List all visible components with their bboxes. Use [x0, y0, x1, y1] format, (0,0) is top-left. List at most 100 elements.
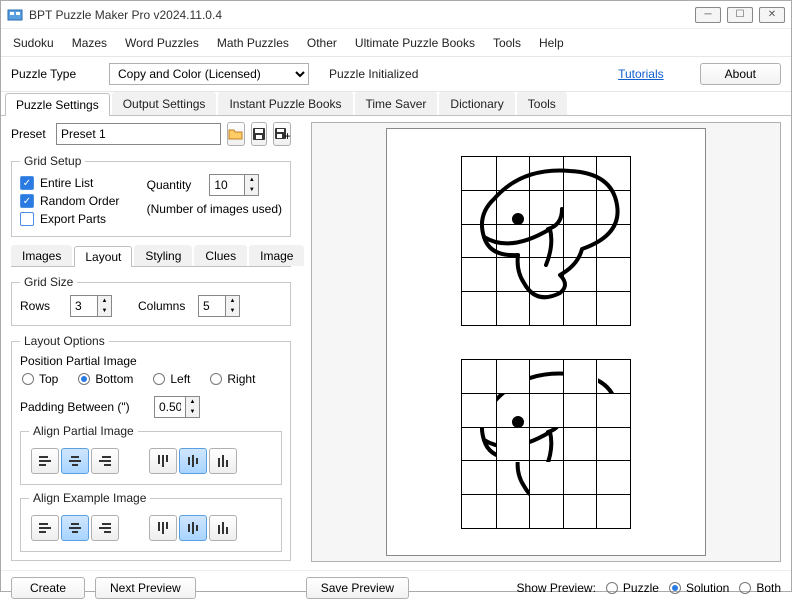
caret-down-icon[interactable]: ▼ — [245, 185, 258, 195]
align-right-icon — [98, 455, 112, 467]
subtab-images[interactable]: Images — [11, 245, 72, 266]
tab-instant-books[interactable]: Instant Puzzle Books — [218, 92, 352, 115]
align-center-icon — [68, 522, 82, 534]
grid-size-legend: Grid Size — [20, 275, 77, 289]
about-button[interactable]: About — [700, 63, 781, 85]
save-preset-button[interactable] — [251, 122, 267, 146]
check-icon: ✓ — [20, 194, 34, 208]
ex-align-right-button[interactable] — [91, 515, 119, 541]
position-top-radio[interactable]: Top — [22, 372, 58, 386]
rows-stepper[interactable]: ▲▼ — [70, 295, 112, 317]
padding-stepper[interactable]: ▲▼ — [154, 396, 200, 418]
subtab-image[interactable]: Image — [249, 245, 304, 266]
menu-other[interactable]: Other — [307, 36, 337, 50]
ex-align-left-button[interactable] — [31, 515, 59, 541]
tab-time-saver[interactable]: Time Saver — [355, 92, 438, 115]
menu-sudoku[interactable]: Sudoku — [13, 36, 54, 50]
subtab-clues[interactable]: Clues — [194, 245, 247, 266]
menu-word-puzzles[interactable]: Word Puzzles — [125, 36, 199, 50]
tab-output-settings[interactable]: Output Settings — [112, 92, 217, 115]
menu-ultimate-books[interactable]: Ultimate Puzzle Books — [355, 36, 475, 50]
dolphin-partial-icon — [462, 360, 632, 530]
dolphin-full-icon — [462, 157, 632, 327]
layout-options-legend: Layout Options — [20, 334, 109, 348]
tab-dictionary[interactable]: Dictionary — [439, 92, 514, 115]
align-center-icon — [68, 455, 82, 467]
bottom-bar: Create Next Preview Save Preview Show Pr… — [1, 570, 791, 605]
next-preview-button[interactable]: Next Preview — [95, 577, 196, 599]
export-parts-checkbox[interactable]: Export Parts — [20, 210, 127, 228]
quantity-stepper[interactable]: ▲▼ — [209, 174, 259, 196]
align-middle-icon — [187, 521, 199, 535]
status-text: Puzzle Initialized — [329, 67, 418, 81]
preview-solution-radio[interactable]: Solution — [669, 581, 729, 595]
save-preview-button[interactable]: Save Preview — [306, 577, 409, 599]
ex-align-vcenter-button[interactable] — [179, 515, 207, 541]
align-left-icon — [38, 522, 52, 534]
menu-math-puzzles[interactable]: Math Puzzles — [217, 36, 289, 50]
layout-options-fieldset: Layout Options Position Partial Image To… — [11, 334, 291, 561]
ex-align-bottom-button[interactable] — [209, 515, 237, 541]
left-pane: Preset + Grid Setup ✓Entire List ✓Random… — [1, 116, 301, 570]
caret-down-icon[interactable]: ▼ — [226, 306, 239, 316]
svg-text:+: + — [284, 129, 290, 141]
align-left-button[interactable] — [31, 448, 59, 474]
window-title: BPT Puzzle Maker Pro v2024.11.0.4 — [29, 8, 695, 22]
open-preset-button[interactable] — [227, 122, 245, 146]
puzzle-type-label: Puzzle Type — [11, 67, 99, 81]
maximize-button[interactable]: ☐ — [727, 7, 753, 23]
align-top-icon — [157, 521, 169, 535]
random-order-label: Random Order — [40, 194, 119, 208]
subtab-layout[interactable]: Layout — [74, 246, 132, 267]
caret-up-icon[interactable]: ▲ — [186, 397, 199, 407]
align-example-legend: Align Example Image — [29, 491, 150, 505]
tab-tools[interactable]: Tools — [517, 92, 567, 115]
menu-help[interactable]: Help — [539, 36, 564, 50]
preset-label: Preset — [11, 127, 50, 141]
random-order-checkbox[interactable]: ✓ Random Order — [20, 192, 127, 210]
caret-up-icon[interactable]: ▲ — [245, 175, 258, 185]
right-pane — [301, 116, 791, 570]
position-left-radio[interactable]: Left — [153, 372, 190, 386]
preset-input[interactable] — [56, 123, 221, 145]
position-bottom-radio[interactable]: Bottom — [78, 372, 133, 386]
subtab-styling[interactable]: Styling — [134, 245, 192, 266]
menu-mazes[interactable]: Mazes — [72, 36, 107, 50]
columns-label: Columns — [138, 299, 192, 313]
caret-up-icon[interactable]: ▲ — [226, 296, 239, 306]
entire-list-checkbox[interactable]: ✓Entire List — [20, 174, 127, 192]
puzzle-type-select[interactable]: Copy and Color (Licensed) — [109, 63, 309, 85]
menu-tools[interactable]: Tools — [493, 36, 521, 50]
columns-stepper[interactable]: ▲▼ — [198, 295, 240, 317]
caret-up-icon[interactable]: ▲ — [98, 296, 111, 306]
create-button[interactable]: Create — [11, 577, 85, 599]
tutorials-link[interactable]: Tutorials — [618, 67, 664, 81]
align-top-icon — [157, 454, 169, 468]
save-as-preset-button[interactable]: + — [273, 122, 291, 146]
rows-label: Rows — [20, 299, 64, 313]
align-right-button[interactable] — [91, 448, 119, 474]
check-icon — [20, 212, 34, 226]
align-hcenter-button[interactable] — [61, 448, 89, 474]
minimize-button[interactable]: ─ — [695, 7, 721, 23]
align-middle-icon — [187, 454, 199, 468]
folder-open-icon — [228, 127, 244, 141]
caret-down-icon[interactable]: ▼ — [186, 407, 199, 417]
top-row: Puzzle Type Copy and Color (Licensed) Pu… — [1, 57, 791, 92]
quantity-label: Quantity — [147, 178, 192, 192]
example-grid — [461, 156, 631, 326]
sub-tabs: Images Layout Styling Clues Image — [11, 245, 291, 267]
close-button[interactable]: ✕ — [759, 7, 785, 23]
preview-both-radio[interactable]: Both — [739, 581, 781, 595]
align-bottom-button[interactable] — [209, 448, 237, 474]
align-vcenter-button[interactable] — [179, 448, 207, 474]
position-right-radio[interactable]: Right — [210, 372, 255, 386]
quantity-hint: (Number of images used) — [147, 196, 282, 216]
tab-puzzle-settings[interactable]: Puzzle Settings — [5, 93, 110, 116]
align-top-button[interactable] — [149, 448, 177, 474]
ex-align-hcenter-button[interactable] — [61, 515, 89, 541]
caret-down-icon[interactable]: ▼ — [98, 306, 111, 316]
ex-align-top-button[interactable] — [149, 515, 177, 541]
preview-puzzle-radio[interactable]: Puzzle — [606, 581, 659, 595]
grid-size-fieldset: Grid Size Rows ▲▼ Columns ▲▼ — [11, 275, 291, 326]
